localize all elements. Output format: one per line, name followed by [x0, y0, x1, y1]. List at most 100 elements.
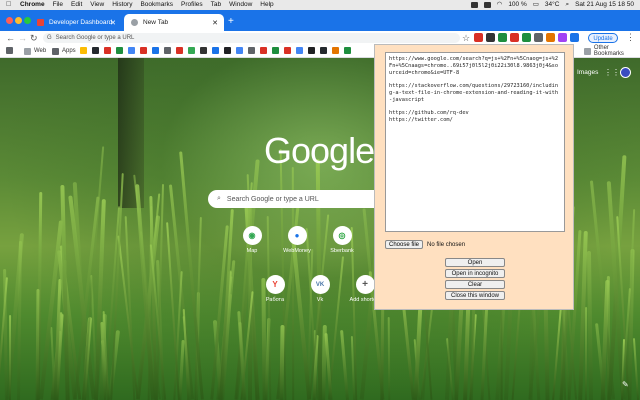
- bookmark-icon[interactable]: [260, 47, 267, 54]
- bookmark-icon[interactable]: [344, 47, 351, 54]
- close-window-button[interactable]: Close this window: [445, 291, 505, 300]
- menu-bookmarks[interactable]: Bookmarks: [140, 0, 173, 10]
- extension-icon[interactable]: [474, 33, 483, 42]
- menu-tab[interactable]: Tab: [211, 0, 221, 10]
- grass-blade: [387, 316, 391, 400]
- cloud-icon[interactable]: [470, 2, 478, 8]
- omnibox[interactable]: G Search Google or type a URL: [43, 33, 460, 43]
- tab-new-tab[interactable]: New Tab ✕: [124, 14, 224, 31]
- menu-view[interactable]: View: [90, 0, 104, 10]
- bookmark-icon[interactable]: [200, 47, 207, 54]
- avatar[interactable]: [620, 67, 631, 78]
- battery-percent: 100 %: [508, 1, 527, 8]
- menu-app-name[interactable]: Chrome: [20, 0, 45, 10]
- map-icon: ◉: [242, 226, 262, 245]
- bookmark-icon[interactable]: [284, 47, 291, 54]
- search-icon: ⌕: [217, 195, 221, 202]
- menu-profiles[interactable]: Profiles: [181, 0, 203, 10]
- extension-icon[interactable]: [558, 33, 567, 42]
- close-tab-icon[interactable]: ✕: [212, 19, 218, 27]
- bookmark-icon[interactable]: [140, 47, 147, 54]
- apps-grid-icon: [52, 47, 59, 55]
- apps-grid-icon[interactable]: ⋮⋮: [604, 68, 620, 77]
- bookmark-icon[interactable]: [188, 47, 195, 54]
- bookmark-icon[interactable]: [320, 47, 327, 54]
- links-textarea[interactable]: https://www.google.com/search?q=js+%2Fn+…: [385, 52, 565, 232]
- bookmark-label: Web: [34, 48, 47, 54]
- bookmark-icon[interactable]: [308, 47, 315, 54]
- forward-icon[interactable]: →: [18, 32, 27, 44]
- puzzle-icon[interactable]: [570, 33, 579, 42]
- close-tab-icon[interactable]: ✕: [110, 19, 116, 27]
- bookmark-icon[interactable]: [332, 47, 339, 54]
- bookmark-star-icon[interactable]: ☆: [462, 32, 470, 44]
- bookmark-icon[interactable]: [80, 47, 87, 54]
- tab-developer-dashboard[interactable]: Developer Dashboard ✕: [30, 14, 122, 31]
- bookmark-label: Other Bookmarks: [593, 45, 624, 57]
- new-tab-icon[interactable]: +: [228, 16, 234, 27]
- bookmark-icon[interactable]: [176, 47, 183, 54]
- status-area: ◠ 100 % ▭ 34°C ⌕ Sat 21 Aug 15 18 50: [470, 0, 634, 10]
- search-placeholder: Search Google or type a URL: [226, 195, 319, 203]
- bookmark-icon[interactable]: [116, 47, 123, 54]
- bookmark-icon[interactable]: [236, 47, 243, 54]
- bookmark-icon[interactable]: [296, 47, 303, 54]
- images-link[interactable]: Images: [577, 69, 598, 76]
- bookmark-icon[interactable]: [128, 47, 135, 54]
- clear-button[interactable]: Clear: [445, 280, 505, 289]
- github-icon[interactable]: [92, 47, 99, 54]
- bookmark-icon[interactable]: [152, 47, 159, 54]
- choose-file-button[interactable]: Choose file: [385, 240, 424, 249]
- bookmark-icon[interactable]: [248, 47, 255, 54]
- shortcut-label: WebMoney: [283, 248, 311, 254]
- bookmark-web[interactable]: Web: [24, 47, 46, 55]
- favicon-icon: [131, 19, 138, 26]
- back-icon[interactable]: ←: [6, 32, 15, 44]
- menu-help[interactable]: Help: [260, 0, 273, 10]
- shortcut-webmoney[interactable]: ● WebMoney: [277, 226, 317, 254]
- extension-icon[interactable]: [486, 33, 495, 42]
- reload-icon[interactable]: ↻: [30, 32, 38, 44]
- apple-icon[interactable]: : [6, 0, 14, 10]
- bookmark-apps[interactable]: Apps: [52, 47, 76, 55]
- grass-blade: [8, 314, 12, 400]
- extension-icon[interactable]: [510, 33, 519, 42]
- tab-title: New Tab: [143, 19, 169, 26]
- extension-icon[interactable]: [498, 33, 507, 42]
- shortcut-vk[interactable]: VK Vk: [300, 275, 340, 303]
- bookmark-icon[interactable]: [224, 47, 231, 54]
- bookmark-icon[interactable]: [212, 47, 219, 54]
- datetime[interactable]: Sat 21 Aug 15 18 50: [575, 0, 634, 10]
- macos-menu-bar:  Chrome File Edit View History Bookmark…: [0, 0, 640, 10]
- menu-file[interactable]: File: [53, 0, 63, 10]
- bookmark-icon[interactable]: [104, 47, 111, 54]
- vk-icon: VK: [310, 275, 330, 294]
- menu-history[interactable]: History: [112, 0, 132, 10]
- shortcut-sberbank[interactable]: ◎ Sberbank: [322, 226, 362, 254]
- menu-window[interactable]: Window: [229, 0, 252, 10]
- shortcut-label: Работа: [265, 297, 285, 303]
- minimize-window-button[interactable]: [15, 17, 22, 24]
- customize-pencil-icon[interactable]: ✎: [622, 380, 629, 389]
- more-menu-icon[interactable]: ⋮: [626, 32, 635, 43]
- shortcut-rabota[interactable]: Y Работа: [255, 275, 295, 303]
- folder-icon[interactable]: [6, 47, 13, 54]
- open-button[interactable]: Open: [445, 258, 505, 267]
- bookmark-icon[interactable]: [164, 47, 171, 54]
- open-incognito-button[interactable]: Open in incognito: [445, 269, 505, 278]
- battery-icon[interactable]: ▭: [533, 0, 539, 10]
- bookmark-icon[interactable]: [272, 47, 279, 54]
- wifi-icon[interactable]: ◠: [497, 0, 503, 10]
- update-button[interactable]: Update: [588, 33, 618, 43]
- drive-icon[interactable]: [483, 2, 491, 8]
- extension-icon[interactable]: [534, 33, 543, 42]
- yandex-icon: Y: [265, 275, 285, 294]
- plus-icon: +: [355, 275, 375, 294]
- extension-icon[interactable]: [546, 33, 555, 42]
- extension-icon[interactable]: [522, 33, 531, 42]
- spotlight-icon[interactable]: ⌕: [565, 0, 569, 10]
- shortcut-map[interactable]: ◉ Map: [232, 226, 272, 254]
- bookmark-other[interactable]: Other Bookmarks: [584, 45, 640, 57]
- close-window-button[interactable]: [6, 17, 13, 24]
- menu-edit[interactable]: Edit: [71, 0, 82, 10]
